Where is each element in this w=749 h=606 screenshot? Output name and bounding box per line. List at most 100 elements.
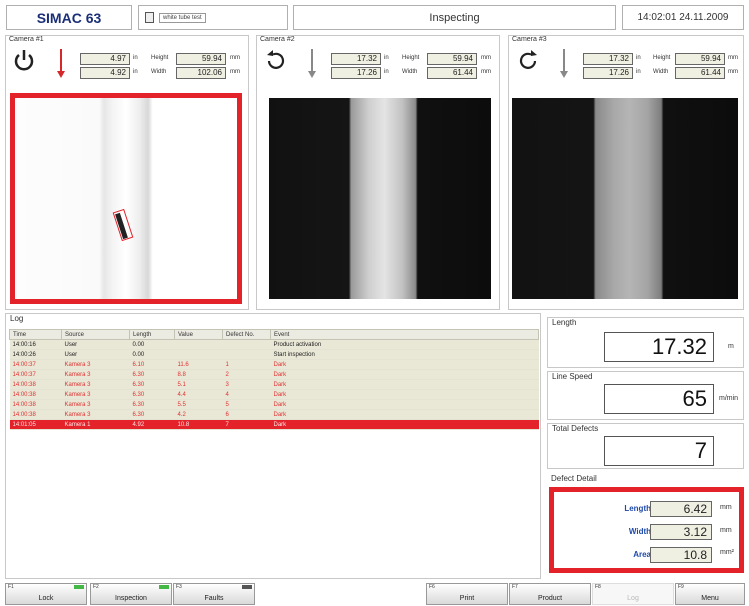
log-table: Time Source Length Value Defect No. Even… [9,329,539,430]
log-cell-time: 14:00:38 [9,389,62,400]
line-speed-value: 65 [604,384,714,414]
log-row[interactable]: 14:00:16 User 0.00 Product activation [9,339,539,350]
camera-image[interactable] [10,93,242,304]
width-value: 102.06 [176,67,226,79]
f1-lock-button[interactable]: F1 Lock [5,583,87,605]
log-row[interactable]: 14:00:38 Kamera 3 6.30 4.4 4 Dark [9,389,539,400]
log-cell-time: 14:00:38 [9,399,62,410]
fkey-label: Menu [701,595,719,602]
col-length[interactable]: Length [129,329,175,340]
status-led-icon [74,585,84,589]
log-cell-length: 6.30 [129,399,175,410]
log-row[interactable]: 14:00:38 Kamera 3 6.30 5.5 5 Dark [9,399,539,410]
log-empty-area [9,462,539,576]
log-row[interactable]: 14:00:26 User 0.00 Start inspection [9,349,539,360]
fkey-label: Inspection [115,595,147,602]
defect-detail-panel: Length 6.42 mm Width 3.12 mm Area 10.8 m… [549,487,744,573]
camera-bottom-value: 17.26 [583,67,633,79]
unit-label: in [636,69,641,75]
log-cell-defect: 4 [222,389,271,400]
f8-log-button[interactable]: F8 Log [592,583,674,605]
height-value: 59.94 [675,53,725,65]
f7-product-button[interactable]: F7 Product [509,583,591,605]
width-label: Width [402,69,418,75]
unit-label: in [133,69,138,75]
log-cell-time: 14:00:16 [9,339,62,350]
unit-label: in [384,55,389,61]
datetime-text: 14:02:01 24.11.2009 [637,12,729,23]
log-cell-length: 6.30 [129,409,175,420]
down-arrow-icon [560,49,568,79]
line-speed-title: Line Speed [552,372,593,381]
camera-image[interactable] [269,98,491,299]
log-cell-value [174,349,223,360]
log-cell-length: 6.30 [129,379,175,390]
camera-panel-3: Camera #3 17.32 in 17.26 in Height 59.94… [508,35,744,310]
height-label: Height [653,55,671,61]
height-value: 59.94 [427,53,477,65]
log-cell-time: 14:00:26 [9,349,62,360]
total-defects-title: Total Defects [552,424,599,433]
fkey-label: Product [537,595,563,602]
log-cell-length: 6.30 [129,369,175,380]
unit-label: in [133,55,138,61]
f2-inspection-button[interactable]: F2 Inspection [90,583,172,605]
down-arrow-icon [57,49,65,79]
product-type-field[interactable]: white tube test [138,5,288,30]
col-defect-no[interactable]: Defect No. [222,329,271,340]
log-row[interactable]: 14:01:05 Kamera 1 4.92 10.8 7 Dark [9,419,539,430]
log-cell-event: Dark [270,399,539,410]
log-cell-defect [222,339,271,350]
log-cell-length: 0.00 [129,349,175,360]
log-cell-time: 14:00:38 [9,379,62,390]
fkey-number: F3 [176,584,182,590]
log-row[interactable]: 14:00:38 Kamera 3 6.30 5.1 3 Dark [9,379,539,390]
camera-top-value: 17.32 [583,53,633,65]
log-cell-defect [222,349,271,360]
camera-image[interactable] [512,98,738,299]
log-row[interactable]: 14:00:37 Kamera 3 6.30 8.8 2 Dark [9,369,539,380]
rotate-ccw-icon[interactable] [264,49,288,77]
defect-width-label: Width [628,527,651,536]
log-cell-value: 8.8 [174,369,223,380]
line-speed-unit: m/min [719,395,739,402]
camera-top-value: 17.32 [331,53,381,65]
app-brand: SIMAC 63 [6,5,132,30]
col-value[interactable]: Value [174,329,223,340]
clock: 14:02:01 24.11.2009 [622,5,744,30]
status-text: Inspecting [429,11,480,24]
f3-faults-button[interactable]: F3 Faults [173,583,255,605]
col-time[interactable]: Time [9,329,62,340]
log-cell-time: 14:00:37 [9,359,62,370]
col-event[interactable]: Event [270,329,539,340]
f9-menu-button[interactable]: F9 Menu [675,583,745,605]
camera-bottom-value: 4.92 [80,67,130,79]
log-cell-defect: 5 [222,399,271,410]
fkey-number: F1 [8,584,14,590]
power-icon[interactable] [13,49,35,77]
rotate-cw-icon[interactable] [516,49,540,77]
log-cell-source: Kamera 3 [61,359,130,370]
height-label: Height [151,55,169,61]
unit-label: in [636,55,641,61]
height-value: 59.94 [176,53,226,65]
length-unit: m [728,343,734,350]
defect-area-value: 10.8 [650,547,712,563]
width-label: Width [151,69,167,75]
log-cell-value: 11.6 [174,359,223,370]
log-cell-value: 5.1 [174,379,223,390]
f6-print-button[interactable]: F6 Print [426,583,508,605]
product-icon [145,12,154,23]
log-cell-value: 4.2 [174,409,223,420]
width-value: 61.44 [427,67,477,79]
log-cell-value: 5.5 [174,399,223,410]
fkey-number: F6 [429,584,435,590]
fkey-number: F9 [678,584,684,590]
length-title: Length [552,318,577,327]
brand-text: SIMAC 63 [36,9,102,26]
unit-label: mm [230,55,240,61]
log-row[interactable]: 14:00:37 Kamera 3 6.10 11.6 1 Dark [9,359,539,370]
log-row[interactable]: 14:00:38 Kamera 3 6.30 4.2 6 Dark [9,409,539,420]
height-label: Height [402,55,420,61]
col-source[interactable]: Source [61,329,130,340]
